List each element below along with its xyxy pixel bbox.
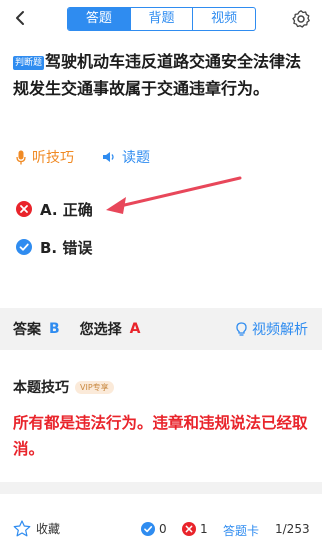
tips-text: 所有都是违法行为。违章和违规说法已经取消。 <box>13 414 308 458</box>
tab-answer[interactable]: 答题 <box>68 8 131 30</box>
correct-mark-icon <box>16 239 32 255</box>
correct-count: 0 <box>141 522 167 536</box>
lightbulb-icon <box>236 321 247 336</box>
option-a[interactable]: A. 正确 <box>16 198 93 220</box>
vip-badge: VIP专享 <box>75 380 114 394</box>
tab-memorize[interactable]: 背题 <box>131 8 194 30</box>
question-progress: 1/253 <box>275 522 310 536</box>
wrong-count: 1 <box>182 522 208 536</box>
your-choice-value: A <box>129 321 141 337</box>
option-b[interactable]: B. 错误 <box>16 236 92 258</box>
question-text: 判断题 驾驶机动车违反道路交通安全法律法规发生交通事故属于交通违章行为。 <box>13 48 313 102</box>
question-tools: 听技巧 读题 <box>16 146 178 168</box>
back-arrow-icon[interactable] <box>12 9 30 27</box>
your-choice-label: 您选择 <box>79 322 122 338</box>
divider <box>0 482 322 494</box>
listen-tips-button[interactable]: 听技巧 <box>16 147 74 167</box>
video-analysis-button[interactable]: 视频解析 <box>236 319 308 339</box>
answer-bar: 答案 B 您选择 A 视频解析 <box>0 308 322 350</box>
read-question-label: 读题 <box>122 150 150 166</box>
favorite-button[interactable]: 收藏 <box>13 520 60 537</box>
listen-tips-label: 听技巧 <box>32 150 74 166</box>
tips-header: 本题技巧 VIP专享 <box>13 377 114 397</box>
wrong-mark-icon <box>16 201 32 217</box>
bottom-bar: 收藏 0 1 答题卡 1/253 <box>0 512 322 545</box>
answer-label: 答案 <box>13 322 41 338</box>
speaker-icon <box>103 152 114 162</box>
correct-answer-value: B <box>49 321 60 337</box>
tips-title: 本题技巧 <box>13 380 69 396</box>
microphone-icon <box>16 150 26 164</box>
read-question-button[interactable]: 读题 <box>102 147 150 167</box>
mode-tabs: 答题 背题 视频 <box>67 7 256 31</box>
answer-card-button[interactable]: 答题卡 <box>223 522 259 539</box>
top-bar: 答题 背题 视频 <box>0 0 322 38</box>
correct-mark-icon <box>141 522 155 536</box>
video-analysis-label: 视频解析 <box>252 322 308 338</box>
option-b-label: B. 错误 <box>40 238 93 257</box>
gear-icon[interactable] <box>291 9 311 29</box>
wrong-count-value: 1 <box>200 522 208 536</box>
favorite-label: 收藏 <box>36 522 61 536</box>
option-a-label: A. 正确 <box>40 200 93 219</box>
tab-video[interactable]: 视频 <box>193 8 255 30</box>
correct-count-value: 0 <box>159 522 167 536</box>
question-body: 驾驶机动车违反道路交通安全法律法规发生交通事故属于交通违章行为。 <box>13 52 302 98</box>
star-icon <box>13 520 31 537</box>
wrong-mark-icon <box>182 522 196 536</box>
question-type-badge: 判断题 <box>13 56 45 70</box>
